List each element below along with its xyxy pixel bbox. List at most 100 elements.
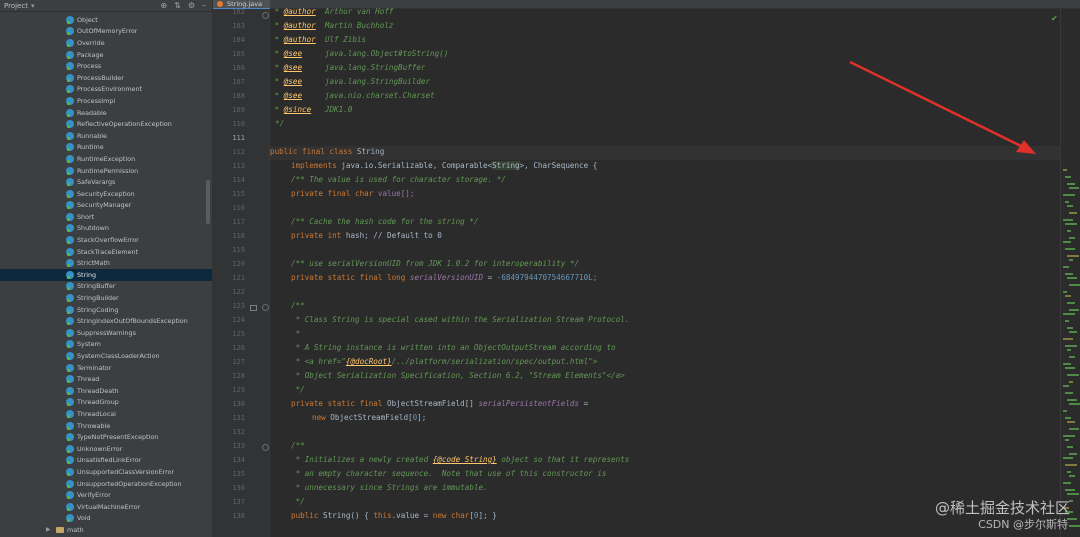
stripe-marker[interactable] (1065, 176, 1071, 178)
stripe-marker[interactable] (1067, 349, 1071, 351)
tree-item-stackoverflowerror[interactable]: StackOverflowError (0, 234, 212, 246)
tree-item-unknownerror[interactable]: UnknownError (0, 443, 212, 455)
stripe-marker[interactable] (1063, 219, 1073, 221)
stripe-marker[interactable] (1067, 255, 1079, 257)
tree-item-stringcoding[interactable]: StringCoding (0, 304, 212, 316)
stripe-marker[interactable] (1067, 374, 1079, 376)
line-number-gutter[interactable]: 182 183 184 185 186 187 188 189 110 111 112 113 114 1… (213, 8, 270, 537)
tree-item-runtimepermission[interactable]: RuntimePermission (0, 165, 212, 177)
stripe-marker[interactable] (1063, 313, 1075, 315)
stripe-marker[interactable] (1063, 169, 1067, 171)
stripe-marker[interactable] (1069, 475, 1075, 477)
tree-item-void[interactable]: Void (0, 513, 212, 525)
stripe-marker[interactable] (1069, 309, 1079, 311)
tree-item-safevarargs[interactable]: SafeVarargs (0, 176, 212, 188)
stripe-marker[interactable] (1065, 489, 1075, 491)
tree-item-threadlocal[interactable]: ThreadLocal (0, 408, 212, 420)
tree-item-process[interactable]: Process (0, 60, 212, 72)
tree-item-systemclassloaderaction[interactable]: SystemClassLoaderAction (0, 350, 212, 362)
stripe-marker[interactable] (1065, 320, 1069, 322)
tree-item-virtualmachineerror[interactable]: VirtualMachineError (0, 501, 212, 513)
tree-item-unsupportedoperationexception[interactable]: UnsupportedOperationException (0, 478, 212, 490)
stripe-marker[interactable] (1067, 518, 1077, 520)
tree-item-typenotpresentexception[interactable]: TypeNotPresentException (0, 431, 212, 443)
tree-item-readable[interactable]: Readable (0, 107, 212, 119)
minimize-icon[interactable]: – (202, 1, 206, 10)
stripe-marker[interactable] (1065, 201, 1069, 203)
tree-item-stringbuilder[interactable]: StringBuilder (0, 292, 212, 304)
stripe-marker[interactable] (1065, 223, 1077, 225)
stripe-marker[interactable] (1067, 493, 1079, 495)
tree-item-shutdown[interactable]: Shutdown (0, 223, 212, 235)
tree-item-processbuilder[interactable]: ProcessBuilder (0, 72, 212, 84)
chevron-down-icon[interactable]: ▾ (31, 2, 35, 10)
fold-marker-icon[interactable] (262, 304, 269, 311)
tree-item-terminator[interactable]: Terminator (0, 362, 212, 374)
gear-icon[interactable]: ⚙ (188, 1, 195, 10)
tree-item-stringindexoutofboundsexception[interactable]: StringIndexOutOfBoundsException (0, 315, 212, 327)
error-stripe[interactable] (1060, 9, 1080, 537)
stripe-marker[interactable] (1069, 284, 1080, 286)
fold-marker-icon[interactable] (262, 444, 269, 451)
tree-item-stacktraceelement[interactable]: StackTraceElement (0, 246, 212, 258)
tree-item-reflectiveoperationexception[interactable]: ReflectiveOperationException (0, 118, 212, 130)
tree-item-string[interactable]: String (0, 269, 212, 281)
stripe-marker[interactable] (1063, 266, 1069, 268)
tree-item-outofmemoryerror[interactable]: OutOfMemoryError (0, 26, 212, 38)
tree-item-throwable[interactable]: Throwable (0, 420, 212, 432)
inspection-ok-icon[interactable]: ✔ (1051, 14, 1058, 23)
tree-package-math[interactable]: ▶ math (0, 524, 212, 536)
tree-item-strictmath[interactable]: StrictMath (0, 257, 212, 269)
stripe-marker[interactable] (1063, 435, 1075, 437)
tree-item-processimpl[interactable]: ProcessImpl (0, 95, 212, 107)
fold-marker-icon[interactable] (262, 12, 269, 19)
stripe-marker[interactable] (1067, 277, 1077, 279)
tree-item-unsatisfiedlinkerror[interactable]: UnsatisfiedLinkError (0, 455, 212, 467)
tree-item-processenvironment[interactable]: ProcessEnvironment (0, 84, 212, 96)
stripe-marker[interactable] (1069, 356, 1075, 358)
tree-item-package[interactable]: Package (0, 49, 212, 61)
tree-item-runtimeexception[interactable]: RuntimeException (0, 153, 212, 165)
stripe-marker[interactable] (1067, 399, 1077, 401)
tree-item-short[interactable]: Short (0, 211, 212, 223)
tree-item-override[interactable]: Override (0, 37, 212, 49)
stripe-marker[interactable] (1065, 367, 1075, 369)
stripe-marker[interactable] (1065, 248, 1075, 250)
stripe-marker[interactable] (1063, 194, 1075, 196)
tree-item-verifyerror[interactable]: VerifyError (0, 489, 212, 501)
stripe-marker[interactable] (1069, 403, 1080, 405)
stripe-marker[interactable] (1067, 230, 1071, 232)
stripe-marker[interactable] (1065, 392, 1073, 394)
stripe-marker[interactable] (1067, 183, 1075, 185)
tree-item-thread[interactable]: Thread (0, 373, 212, 385)
stripe-marker[interactable] (1063, 457, 1073, 459)
tree-item-unsupportedclassversionerror[interactable]: UnsupportedClassVersionError (0, 466, 212, 478)
stripe-marker[interactable] (1069, 428, 1079, 430)
stripe-marker[interactable] (1069, 453, 1077, 455)
stripe-marker[interactable] (1067, 421, 1075, 423)
chevron-right-icon[interactable]: ▶ (46, 526, 56, 533)
tree-item-securityexception[interactable]: SecurityException (0, 188, 212, 200)
target-icon[interactable]: ⊕ (160, 1, 167, 10)
stripe-marker[interactable] (1069, 237, 1075, 239)
stripe-marker[interactable] (1067, 327, 1073, 329)
stripe-marker[interactable] (1063, 363, 1071, 365)
tree-item-securitymanager[interactable]: SecurityManager (0, 200, 212, 212)
stripe-marker[interactable] (1065, 345, 1077, 347)
stripe-marker[interactable] (1063, 338, 1073, 340)
stripe-marker[interactable] (1069, 331, 1077, 333)
tree-item-object[interactable]: Object (0, 14, 212, 26)
tree-item-runtime[interactable]: Runtime (0, 142, 212, 154)
tree-item-system[interactable]: System (0, 339, 212, 351)
stripe-marker[interactable] (1065, 439, 1069, 441)
stripe-marker[interactable] (1069, 187, 1079, 189)
stripe-marker[interactable] (1063, 241, 1071, 243)
stripe-marker[interactable] (1069, 212, 1077, 214)
tree-item-suppresswarnings[interactable]: SuppressWarnings (0, 327, 212, 339)
stripe-marker[interactable] (1067, 471, 1071, 473)
collapse-icon[interactable]: ⇅ (174, 1, 181, 10)
stripe-marker[interactable] (1065, 295, 1071, 297)
tree-scrollbar[interactable] (206, 180, 210, 224)
project-panel-title[interactable]: Project (4, 2, 28, 10)
tree-item-threadgroup[interactable]: ThreadGroup (0, 397, 212, 409)
